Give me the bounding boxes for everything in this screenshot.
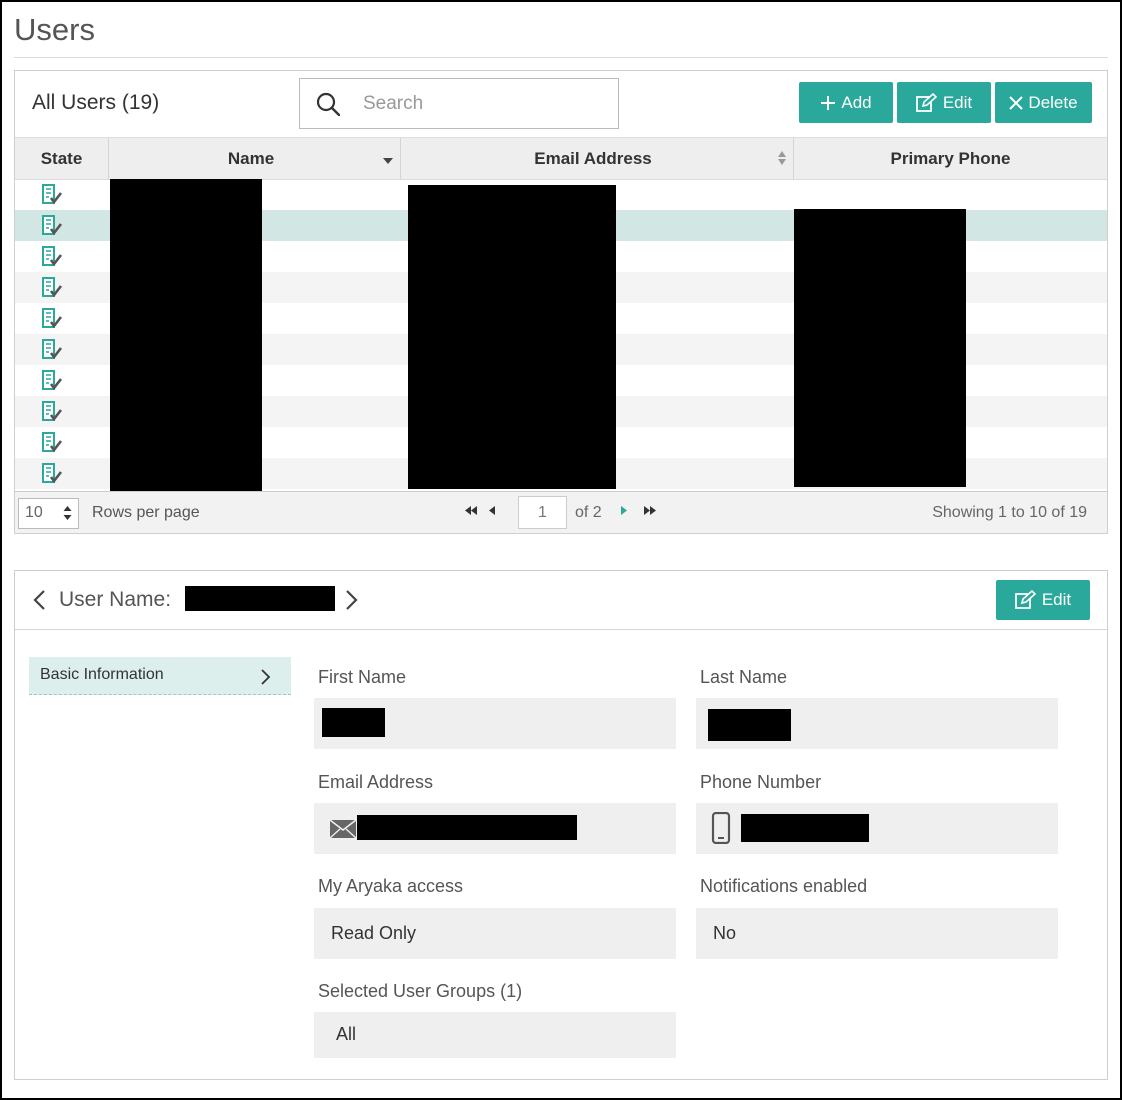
chevron-right-icon xyxy=(261,669,271,685)
sort-unsorted-icon[interactable] xyxy=(777,150,787,166)
user-state-icon xyxy=(42,370,63,391)
aryaka-access-field: Read Only xyxy=(314,908,676,959)
envelope-icon xyxy=(329,819,357,839)
user-groups-field: All xyxy=(314,1012,676,1058)
column-header-primary-phone[interactable]: Primary Phone xyxy=(794,138,1107,179)
aryaka-access-label: My Aryaka access xyxy=(318,876,464,896)
rows-per-page-select[interactable]: 10 xyxy=(18,498,79,529)
first-name-field xyxy=(314,698,676,749)
sidebar-item-label: Basic Information xyxy=(40,666,164,683)
search-box[interactable] xyxy=(299,78,619,129)
first-page-icon[interactable] xyxy=(465,506,477,515)
user-state-icon xyxy=(42,308,63,329)
search-icon xyxy=(316,92,340,116)
notifications-label: Notifications enabled xyxy=(700,876,868,896)
edit-button-label: Edit xyxy=(942,92,973,112)
redacted-names xyxy=(110,179,262,495)
user-state-icon xyxy=(42,246,63,267)
page-title: Users xyxy=(14,12,95,47)
notifications-value: No xyxy=(713,923,737,943)
table-footer: 10 Rows per page 1 of 2 Showing 1 to 10 … xyxy=(15,491,1107,533)
add-user-button[interactable]: Add xyxy=(799,82,893,123)
edit-details-button[interactable]: Edit xyxy=(996,580,1090,620)
chevron-right-icon[interactable] xyxy=(345,589,359,611)
email-address-label: Email Address xyxy=(318,772,434,792)
user-state-icon xyxy=(42,463,63,484)
user-state-icon xyxy=(42,277,63,298)
last-name-field xyxy=(696,698,1058,749)
redacted-phones xyxy=(794,209,966,487)
add-button-label: Add xyxy=(841,92,872,112)
rows-per-page-label: Rows per page xyxy=(92,504,200,521)
previous-page-icon[interactable] xyxy=(489,506,495,515)
close-icon xyxy=(1009,95,1024,110)
aryaka-access-value: Read Only xyxy=(331,923,417,943)
redacted-last-name xyxy=(708,709,791,741)
redacted-email xyxy=(357,815,577,840)
chevron-left-icon[interactable] xyxy=(32,589,46,611)
notifications-field: No xyxy=(696,908,1058,959)
user-state-icon xyxy=(42,401,63,422)
phone-number-field xyxy=(696,803,1058,854)
edit-details-label: Edit xyxy=(1041,590,1072,609)
search-input[interactable] xyxy=(361,89,605,119)
sort-descending-icon[interactable] xyxy=(383,158,393,164)
sidebar-item-basic-information[interactable]: Basic Information xyxy=(29,657,291,695)
column-header-state[interactable]: State xyxy=(15,138,108,179)
user-detail-panel: User Name: Edit Basic Information First … xyxy=(14,570,1108,1080)
delete-button-label: Delete xyxy=(1028,92,1078,112)
detail-header: User Name: Edit xyxy=(15,571,1107,630)
page-number-input[interactable]: 1 xyxy=(518,496,567,529)
user-groups-value: All xyxy=(336,1024,357,1044)
mobile-phone-icon xyxy=(711,812,731,844)
redacted-emails xyxy=(408,185,616,489)
delete-user-button[interactable]: Delete xyxy=(995,82,1092,123)
user-state-icon xyxy=(42,432,63,453)
spinner-arrows-icon[interactable] xyxy=(63,505,72,521)
edit-user-button[interactable]: Edit xyxy=(897,82,991,123)
page-count-label: of 2 xyxy=(575,504,602,521)
last-name-label: Last Name xyxy=(700,667,788,687)
rows-per-page-value: 10 xyxy=(25,504,43,521)
showing-range-label: Showing 1 to 10 of 19 xyxy=(932,504,1087,521)
edit-icon xyxy=(1014,590,1037,609)
column-header-name[interactable]: Name xyxy=(109,138,393,179)
user-name-label: User Name: xyxy=(59,588,172,611)
phone-number-label: Phone Number xyxy=(700,772,822,792)
table-header: State Name Email Address Primary Phone xyxy=(15,137,1107,180)
column-header-email[interactable]: Email Address xyxy=(401,138,785,179)
email-address-field xyxy=(314,803,676,854)
redacted-phone xyxy=(741,814,869,842)
next-page-icon[interactable] xyxy=(621,506,627,515)
first-name-label: First Name xyxy=(318,667,407,687)
redacted-user-name xyxy=(185,586,335,611)
last-page-icon[interactable] xyxy=(644,506,656,515)
users-panel: All Users (19) Add Edit Delete State Nam… xyxy=(14,70,1108,534)
user-groups-label: Selected User Groups (1) xyxy=(318,981,523,1001)
user-state-icon xyxy=(42,184,63,205)
user-state-icon xyxy=(42,215,63,236)
title-divider xyxy=(14,57,1108,58)
edit-icon xyxy=(915,92,938,112)
redacted-first-name xyxy=(322,708,385,737)
user-state-icon xyxy=(42,339,63,360)
plus-icon xyxy=(821,95,836,110)
users-panel-title: All Users (19) xyxy=(32,91,160,114)
